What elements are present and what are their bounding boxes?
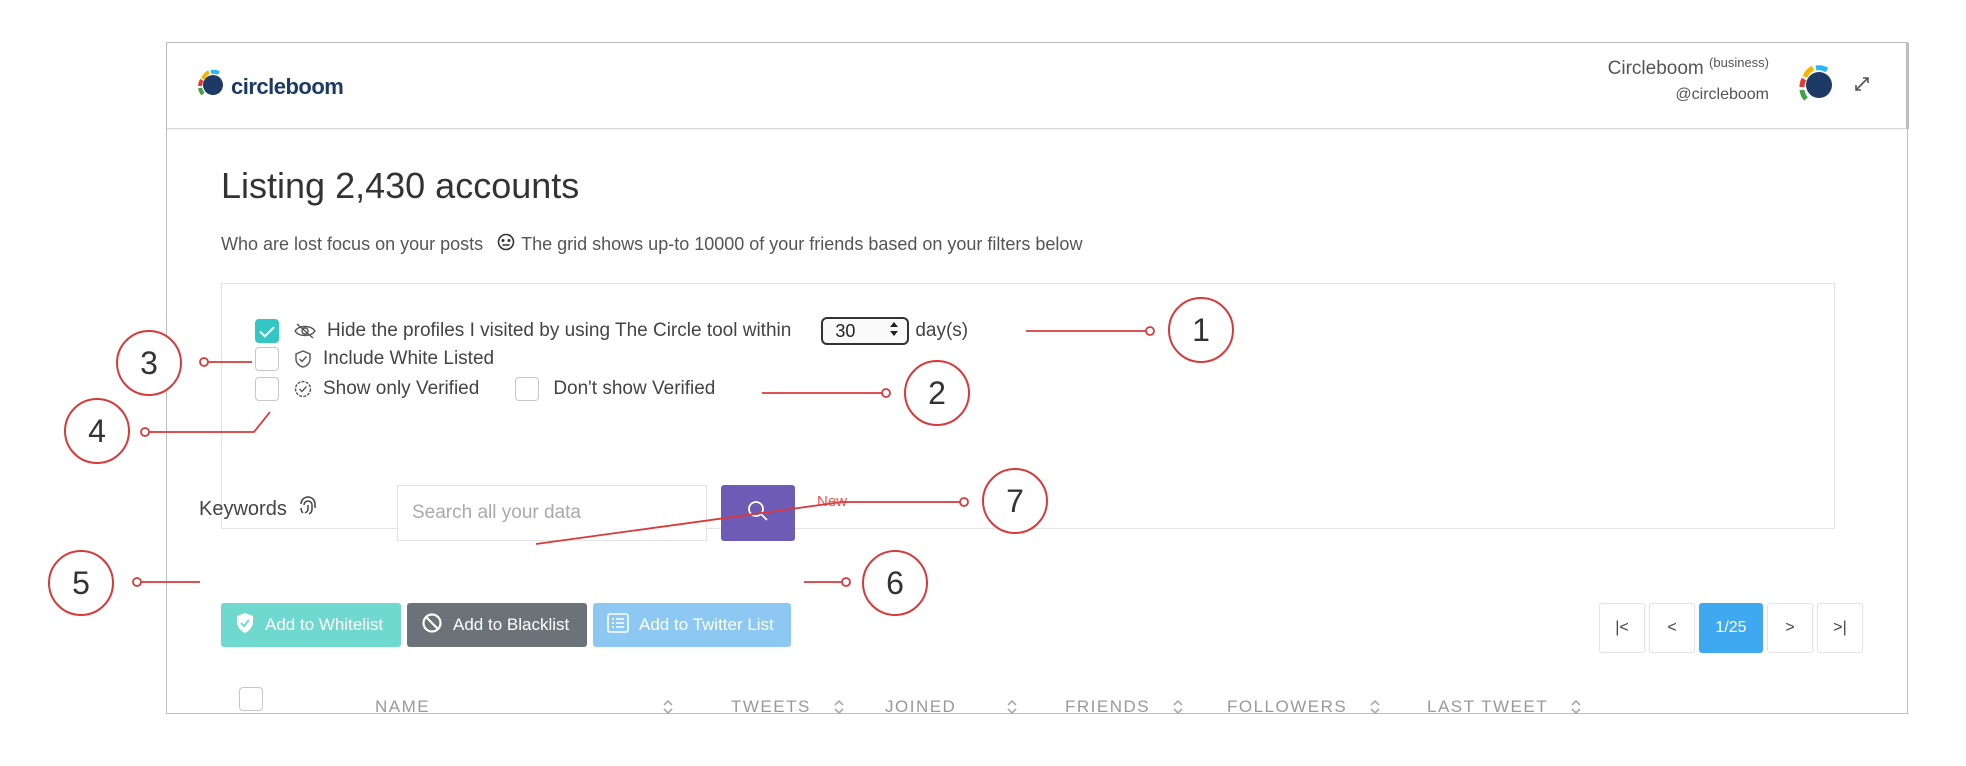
- column-followers-label: FOLLOWERS: [1227, 697, 1348, 716]
- page-subtitle: Who are lost focus on your posts The gri…: [221, 233, 1082, 256]
- add-to-blacklist-label: Add to Blacklist: [453, 615, 570, 634]
- dont-show-verified-checkbox[interactable]: [515, 377, 540, 401]
- top-bar: circleboom Circleboom (business) @circle…: [167, 43, 1909, 129]
- column-joined-label: JOINED: [885, 697, 957, 716]
- stepper-arrows-icon: [889, 321, 899, 342]
- topbar-edge: [1906, 43, 1909, 129]
- show-only-verified-checkbox[interactable]: [255, 377, 279, 401]
- search-input[interactable]: Search all your data: [397, 485, 707, 541]
- add-to-whitelist-label: Add to Whitelist: [265, 615, 384, 634]
- add-to-twitter-list-label: Add to Twitter List: [639, 615, 774, 634]
- callout-6: 6: [862, 550, 928, 616]
- hide-visited-label: Hide the profiles I visited by using The…: [327, 320, 792, 341]
- show-only-verified-label: Show only Verified: [323, 378, 480, 399]
- avatar[interactable]: [1797, 63, 1837, 112]
- dont-show-verified-label: Don't show Verified: [553, 378, 716, 399]
- hide-visited-row: Hide the profiles I visited by using The…: [255, 317, 968, 345]
- callout-4: 4: [64, 398, 130, 464]
- page-title: Listing 2,430 accounts: [221, 165, 579, 207]
- column-friends[interactable]: FRIENDS: [1065, 697, 1184, 717]
- days-value: 30: [835, 320, 856, 341]
- include-whitelisted-row: Include White Listed: [255, 347, 494, 371]
- pagination: |< < 1/25 > >|: [1599, 603, 1863, 653]
- new-badge: New: [817, 493, 848, 510]
- user-name: Circleboom: [1607, 58, 1704, 79]
- days-unit: day(s): [915, 320, 969, 341]
- table-header: NAME TWEETS JOINED FRIENDS FOLLOWERS LAS…: [221, 687, 1621, 721]
- subtitle-right: The grid shows up-to 10000 of your frien…: [521, 234, 1083, 254]
- first-page-button[interactable]: |<: [1599, 603, 1645, 653]
- user-tier: (business): [1709, 55, 1769, 70]
- sort-icon: [662, 698, 674, 716]
- verified-row: Show only Verified Don't show Verified: [255, 377, 715, 401]
- hide-visited-checkbox[interactable]: [255, 319, 279, 343]
- verified-badge-icon: [293, 379, 313, 399]
- add-to-twitter-list-button[interactable]: Add to Twitter List: [593, 603, 791, 647]
- callout-5-dot: [132, 577, 142, 587]
- include-whitelisted-checkbox[interactable]: [255, 347, 279, 371]
- column-last-tweet[interactable]: LAST TWEET: [1427, 697, 1582, 717]
- column-name-label: NAME: [375, 697, 431, 716]
- column-last-tweet-label: LAST TWEET: [1427, 697, 1549, 716]
- callout-2: 2: [904, 360, 970, 426]
- add-to-blacklist-button[interactable]: Add to Blacklist: [407, 603, 587, 647]
- column-tweets-label: TWEETS: [731, 697, 811, 716]
- subtitle-left: Who are lost focus on your posts: [221, 234, 484, 254]
- brand-logo[interactable]: circleboom: [197, 69, 344, 104]
- shield-check-icon: [293, 349, 313, 369]
- expand-icon[interactable]: [1853, 75, 1871, 98]
- current-page[interactable]: 1/25: [1699, 603, 1763, 653]
- brand-name: circleboom: [231, 73, 344, 99]
- callout-5: 5: [48, 550, 114, 616]
- prev-page-button[interactable]: <: [1649, 603, 1695, 653]
- sort-icon: [833, 698, 845, 716]
- user-name-line: Circleboom (business): [1608, 55, 1769, 80]
- last-page-button[interactable]: >|: [1817, 603, 1863, 653]
- include-whitelisted-label: Include White Listed: [323, 348, 495, 369]
- sort-icon: [1369, 698, 1381, 716]
- user-handle: @circleboom: [1675, 86, 1769, 103]
- keywords-label-group: Keywords: [199, 495, 319, 523]
- user-info[interactable]: Circleboom (business) @circleboom: [1608, 55, 1769, 104]
- add-to-whitelist-button[interactable]: Add to Whitelist: [221, 603, 401, 647]
- keywords-label: Keywords: [199, 497, 287, 520]
- list-icon: [607, 612, 629, 638]
- column-joined[interactable]: JOINED: [885, 697, 1018, 717]
- app-frame: circleboom Circleboom (business) @circle…: [166, 42, 1909, 716]
- callout-4-dot: [140, 427, 150, 437]
- sort-icon: [1172, 698, 1184, 716]
- next-page-button[interactable]: >: [1767, 603, 1813, 653]
- callout-1: 1: [1168, 297, 1234, 363]
- days-select[interactable]: 30: [821, 317, 910, 345]
- shield-icon: [235, 612, 255, 639]
- sort-icon: [1006, 698, 1018, 716]
- callout-3: 3: [116, 330, 182, 396]
- column-followers[interactable]: FOLLOWERS: [1227, 697, 1381, 717]
- search-icon: [746, 499, 770, 528]
- title-count: 2,430 accounts: [335, 165, 580, 206]
- column-tweets[interactable]: TWEETS: [731, 697, 845, 717]
- sort-icon: [1570, 698, 1582, 716]
- search-button[interactable]: [721, 485, 795, 541]
- eye-slash-icon: [293, 322, 317, 340]
- callout-7: 7: [982, 468, 1048, 534]
- fingerprint-icon: [297, 495, 319, 523]
- title-prefix: Listing: [221, 165, 326, 206]
- ban-icon: [421, 612, 443, 639]
- column-friends-label: FRIENDS: [1065, 697, 1151, 716]
- column-name[interactable]: NAME: [375, 697, 674, 717]
- select-all-checkbox[interactable]: [239, 687, 263, 711]
- emoji-icon: [497, 233, 515, 256]
- circleboom-logo-icon: [197, 69, 227, 104]
- search-placeholder: Search all your data: [412, 502, 581, 523]
